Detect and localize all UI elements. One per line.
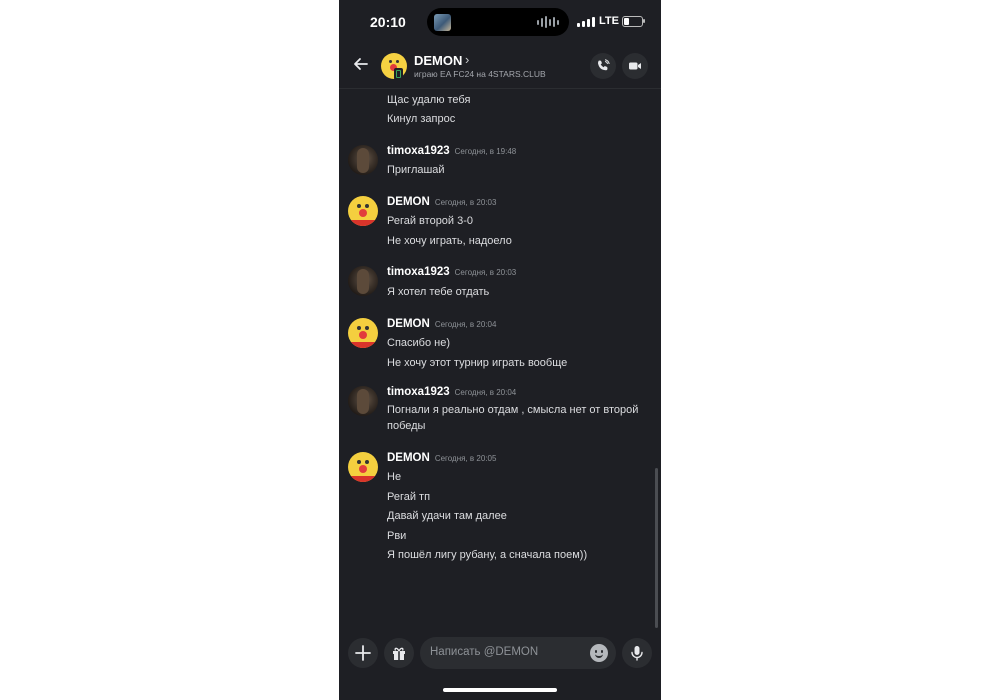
chat-header: DEMON › играю EA FC24 на 4STARS.CLUB [339, 44, 661, 89]
avatar[interactable] [348, 318, 378, 348]
voice-call-button[interactable] [590, 53, 616, 79]
avatar[interactable] [348, 266, 378, 296]
battery-icon [622, 16, 643, 27]
message-text[interactable]: Щас удалю тебя [387, 92, 653, 108]
contact-status: играю EA FC24 на 4STARS.CLUB [414, 69, 546, 79]
plus-icon [355, 645, 371, 661]
message-text[interactable]: Регай тп [387, 489, 653, 505]
message-text[interactable]: Не хочу этот турнир играть вообще [387, 355, 653, 371]
battery-nub [643, 19, 645, 23]
gift-icon [393, 647, 405, 660]
contact-name[interactable]: DEMON [414, 53, 462, 68]
voice-message-button[interactable] [622, 638, 652, 668]
status-time: 20:10 [370, 14, 406, 30]
message-timestamp: Сегодня, в 20:05 [434, 454, 497, 463]
message-author[interactable]: timoxa1923 Сегодня, в 20:04 [387, 386, 516, 398]
message-text[interactable]: Кинул запрос [387, 111, 653, 127]
message-text[interactable]: Не хочу играть, надоело [387, 233, 653, 249]
message-timestamp: Сегодня, в 20:04 [434, 320, 497, 329]
avatar[interactable] [348, 196, 378, 226]
status-bar: 20:10 LTE [339, 0, 661, 44]
avatar[interactable] [348, 145, 378, 175]
message-author[interactable]: DEMON Сегодня, в 20:03 [387, 196, 496, 208]
message-text[interactable]: Я пошёл лигу рубану, а сначала поем)) [387, 547, 653, 563]
message-author[interactable]: timoxa1923 Сегодня, в 19:48 [387, 145, 516, 157]
battery-level [624, 18, 630, 25]
now-playing-thumbnail [434, 14, 451, 31]
message-input[interactable]: Написать @DEMON [420, 637, 616, 669]
dynamic-island[interactable] [427, 8, 569, 36]
emoji-icon[interactable] [590, 644, 608, 662]
home-indicator[interactable] [443, 688, 557, 692]
microphone-icon [631, 646, 643, 661]
message-author[interactable]: timoxa1923 Сегодня, в 20:03 [387, 266, 516, 278]
gift-button[interactable] [384, 638, 414, 668]
message-text[interactable]: Рви [387, 528, 653, 544]
avatar[interactable] [348, 452, 378, 482]
scrollbar[interactable] [655, 468, 658, 628]
message-composer: Написать @DEMON [339, 636, 661, 672]
message-text[interactable]: Приглашай [387, 162, 653, 178]
message-text[interactable]: Давай удачи там далее [387, 508, 653, 524]
message-list[interactable]: Щас удалю тебя Кинул запрос timoxa1923 Се… [339, 88, 661, 636]
network-label: LTE [599, 15, 619, 27]
attach-button[interactable] [348, 638, 378, 668]
audio-wave-icon [537, 16, 559, 28]
message-text[interactable]: Спасибо не) [387, 335, 653, 351]
message-timestamp: Сегодня, в 20:04 [454, 388, 517, 397]
message-text[interactable]: Погнали я реально отдам , смысла нет от … [387, 402, 653, 434]
phone-call-icon [598, 59, 610, 71]
signal-icon [577, 17, 595, 27]
message-text[interactable]: Не [387, 469, 653, 485]
avatar[interactable] [348, 386, 378, 416]
message-author[interactable]: DEMON Сегодня, в 20:05 [387, 452, 496, 464]
message-timestamp: Сегодня, в 19:48 [454, 147, 517, 156]
message-timestamp: Сегодня, в 20:03 [454, 268, 517, 277]
message-timestamp: Сегодня, в 20:03 [434, 198, 497, 207]
chevron-right-icon[interactable]: › [465, 52, 469, 67]
video-camera-icon [629, 62, 641, 70]
message-text[interactable]: Я хотел тебе отдать [387, 284, 653, 300]
mobile-status-icon [394, 68, 403, 80]
back-arrow-icon[interactable] [351, 54, 371, 74]
message-author[interactable]: DEMON Сегодня, в 20:04 [387, 318, 496, 330]
chat-screen: 20:10 LTE DEMON › играю EA FC24 на 4STAR… [339, 0, 661, 700]
message-input-placeholder: Написать @DEMON [430, 646, 539, 658]
video-call-button[interactable] [622, 53, 648, 79]
message-text[interactable]: Регай второй 3-0 [387, 213, 653, 229]
